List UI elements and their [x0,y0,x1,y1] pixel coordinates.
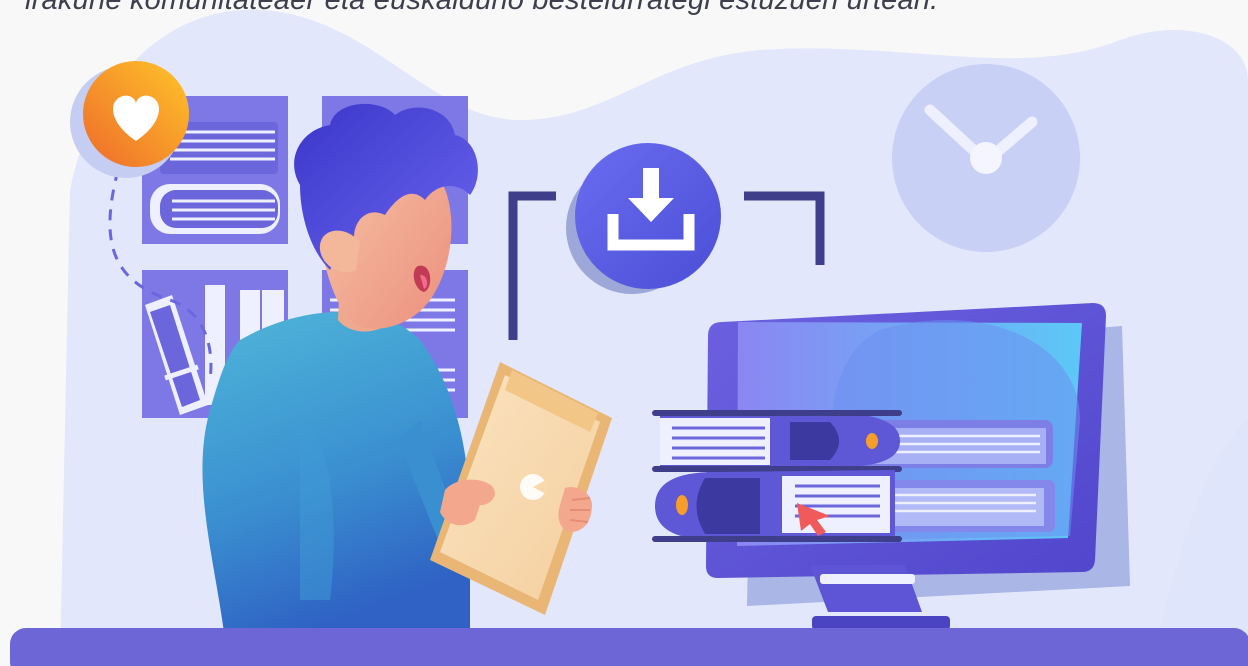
illustration: irakurle komunitateaer eta euskalduno be… [0,0,1248,666]
clock-icon [892,64,1080,252]
floor-bar [10,628,1248,666]
scene [0,9,1248,666]
